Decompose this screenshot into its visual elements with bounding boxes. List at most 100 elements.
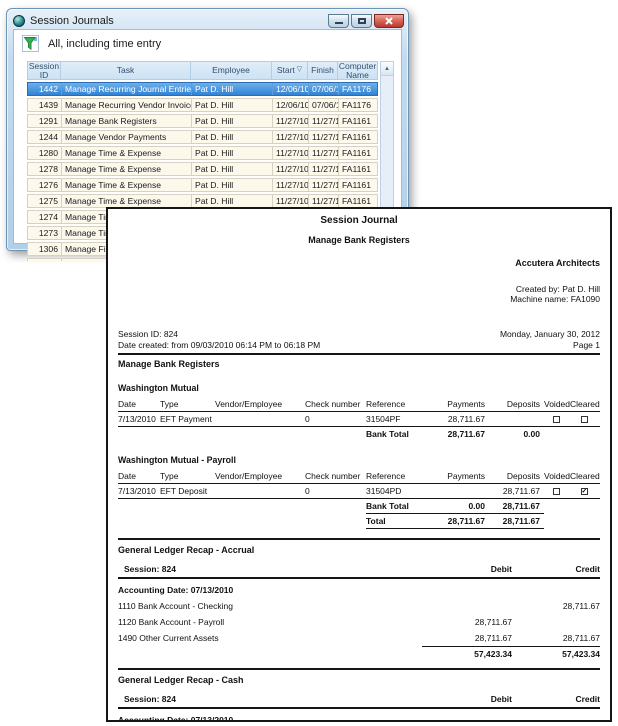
total-label: Total (366, 514, 423, 529)
table-row[interactable]: 1244Manage Vendor PaymentsPat D. Hill11/… (27, 130, 378, 144)
employee-cell: Pat D. Hill (192, 131, 273, 143)
deposits-cell: 28,711.67 (489, 484, 544, 498)
session-id-cell: 1439 (28, 99, 62, 111)
bank-column-deposits: Deposits (489, 469, 544, 483)
total-payments: 28,711.67 (423, 427, 489, 441)
title-bar[interactable]: Session Journals (7, 9, 408, 30)
table-row[interactable]: 1276Manage Time & ExpensePat D. Hill11/2… (27, 178, 378, 192)
divider (118, 353, 600, 355)
start-cell: 12/06/10.. (273, 83, 309, 95)
table-row[interactable]: 1291Manage Bank RegistersPat D. Hill11/2… (27, 114, 378, 128)
bank-column-type: Type (160, 397, 215, 411)
column-header-task[interactable]: Task (61, 61, 191, 80)
column-header-finish[interactable]: Finish (308, 61, 338, 80)
check-number-cell: 0 (305, 412, 366, 426)
gl-credit-value: 28,711.67 (512, 633, 600, 643)
voided-cell (544, 412, 570, 426)
filter-funnel-icon[interactable] (22, 35, 39, 52)
table-row[interactable]: 1442Manage Recurring Journal EntriesPat … (27, 82, 378, 96)
payments-cell: 28,711.67 (423, 412, 489, 426)
bank-column-cleared: Cleared (570, 397, 600, 411)
employee-cell: Pat D. Hill (192, 147, 273, 159)
column-label: Start (277, 66, 295, 75)
close-button[interactable] (374, 14, 404, 28)
column-header-start[interactable]: Start▽ (272, 61, 308, 80)
task-cell: Manage Bank Registers (62, 115, 192, 127)
bank-column-vendor-employee: Vendor/Employee (215, 397, 305, 411)
column-label: Task (117, 66, 134, 75)
bank-account-name: Washington Mutual (118, 383, 600, 393)
finish-cell: 11/27/1.. (309, 115, 339, 127)
type-cell: EFT Deposit (160, 484, 215, 498)
gl-accounting-date: Accounting Date: 07/13/2010 (118, 715, 600, 722)
total-deposits: 0.00 (489, 427, 544, 441)
task-cell: Manage Time & Expense (62, 163, 192, 175)
window-title: Session Journals (30, 15, 323, 27)
minimize-button[interactable] (328, 14, 349, 28)
finish-cell: 11/27/1.. (309, 163, 339, 175)
vendor-cell (215, 412, 305, 426)
check-number-cell: 0 (305, 484, 366, 498)
bank-account-name: Washington Mutual - Payroll (118, 455, 600, 465)
finish-cell: 07/06/1.. (309, 83, 339, 95)
maximize-icon (358, 18, 366, 24)
employee-cell: Pat D. Hill (192, 179, 273, 191)
table-row[interactable]: 1275Manage Time & ExpensePat D. Hill11/2… (27, 194, 378, 208)
start-cell: 11/27/10.. (273, 115, 309, 127)
type-cell: EFT Payment (160, 412, 215, 426)
scroll-up-button[interactable]: ▲ (381, 62, 393, 76)
start-cell: 11/27/10.. (273, 131, 309, 143)
report-section-title: Manage Bank Registers (118, 359, 600, 369)
column-header-employee[interactable]: Employee (191, 61, 272, 80)
voided-checkbox (553, 488, 560, 495)
employee-cell: Pat D. Hill (192, 83, 273, 95)
column-label: Employee (212, 66, 250, 75)
computer-cell: FA1161 (339, 147, 379, 159)
bank-column-date: Date (118, 469, 160, 483)
divider (118, 707, 600, 709)
bank-total-row: Bank Total0.0028,711.67 (118, 499, 600, 514)
cleared-checkbox (581, 416, 588, 423)
created-by: Created by: Pat D. Hill (118, 284, 600, 294)
date-cell: 7/13/2010 (118, 484, 160, 498)
column-header-computer-name[interactable]: Computer Name (338, 61, 378, 80)
sort-descending-icon: ▽ (297, 66, 302, 75)
session-id-cell: 1291 (28, 115, 62, 127)
minimize-icon (335, 22, 343, 24)
gl-debit-value: 28,711.67 (422, 617, 512, 627)
bank-transaction-row: 7/13/2010EFT Payment031504PF28,711.67 (118, 412, 600, 427)
bank-tables-host: Washington MutualDateTypeVendor/Employee… (118, 383, 600, 529)
task-cell: Manage Time & Expense (62, 195, 192, 207)
computer-cell: FA1161 (339, 163, 379, 175)
maximize-button[interactable] (351, 14, 372, 28)
gl-total-credit: 57,423.34 (512, 646, 600, 659)
table-row[interactable]: 1439Manage Recurring Vendor InvoicesPat … (27, 98, 378, 112)
table-row[interactable]: 1280Manage Time & ExpensePat D. Hill11/2… (27, 146, 378, 160)
column-header-session-id[interactable]: Session ID (27, 61, 61, 80)
task-cell: Manage Time & Expense (62, 147, 192, 159)
gl-accounting-date: Accounting Date: 07/13/2010 (118, 585, 600, 595)
cleared-cell: ✓ (570, 484, 600, 498)
start-cell: 11/27/10.. (273, 195, 309, 207)
gl-total-debit: 57,423.34 (422, 646, 512, 659)
bank-transaction-row: 7/13/2010EFT Deposit031504PD28,711.67✓ (118, 484, 600, 499)
gl-sections-host: General Ledger Recap - AccrualSession: 8… (118, 540, 600, 722)
session-id-cell: 1305 (28, 259, 62, 261)
computer-cell: FA1161 (339, 179, 379, 191)
gl-account-row: 1110 Bank Account - Checking28,711.67 (118, 601, 600, 611)
table-row[interactable]: 1278Manage Time & ExpensePat D. Hill11/2… (27, 162, 378, 176)
print-date: Monday, January 30, 2012 (500, 329, 600, 340)
task-cell: Manage Time & Expense (62, 179, 192, 191)
task-cell: Manage Recurring Journal Entries (62, 83, 192, 95)
bank-table-header: DateTypeVendor/EmployeeCheck numberRefer… (118, 469, 600, 484)
gl-credit-value (512, 617, 600, 627)
session-id-cell: 1306 (28, 243, 62, 255)
cleared-checkbox: ✓ (581, 488, 588, 495)
gl-credit-header: Credit (512, 694, 600, 704)
company-name: Accutera Architects (118, 258, 600, 268)
bank-column-vendor-employee: Vendor/Employee (215, 469, 305, 483)
bank-table-header: DateTypeVendor/EmployeeCheck numberRefer… (118, 397, 600, 412)
gl-header-row: Session: 824DebitCredit (118, 564, 600, 574)
gl-credit-value: 28,711.67 (512, 601, 600, 611)
session-id: Session ID: 824 (118, 329, 320, 340)
